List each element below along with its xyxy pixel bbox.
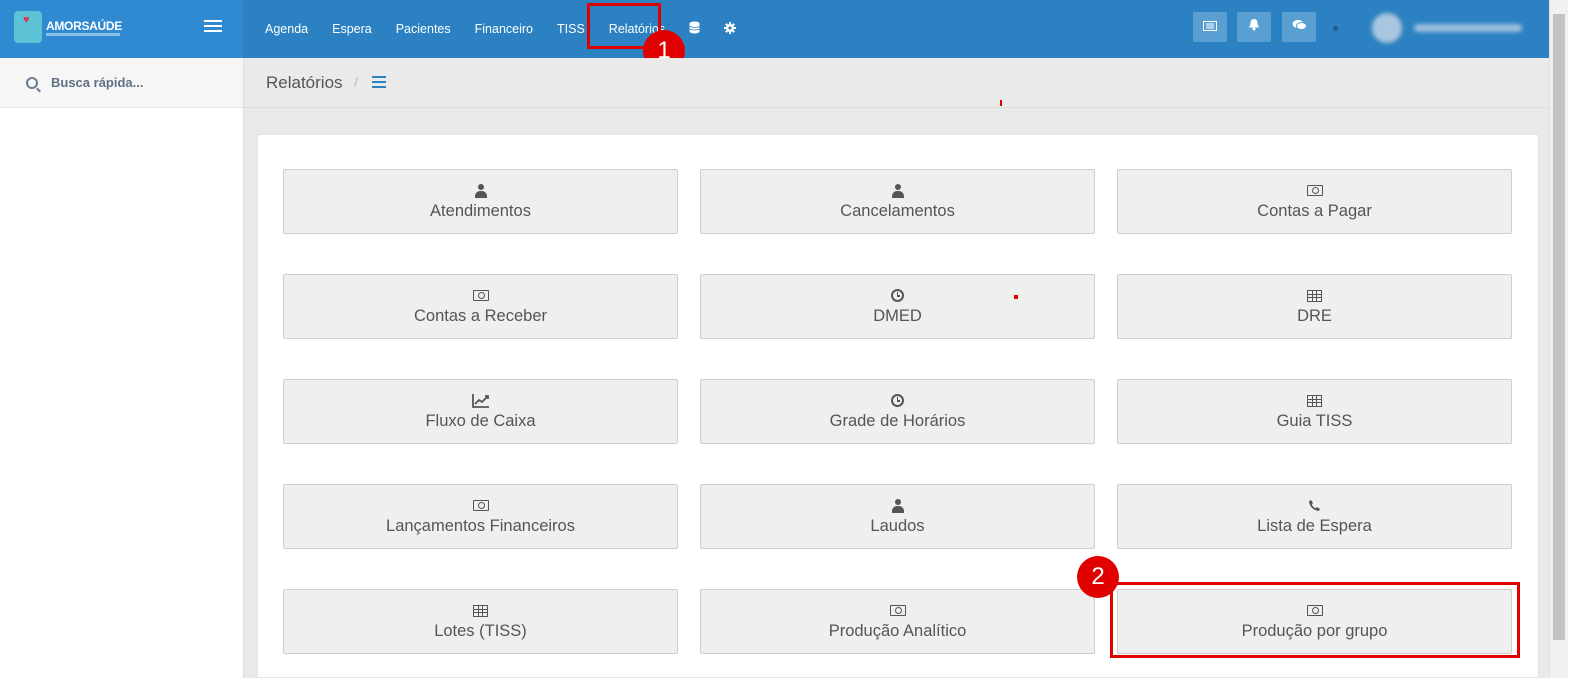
main-nav: Agenda Espera Pacientes Financeiro TISS … [265,0,760,58]
quick-search[interactable]: Busca rápida... [0,58,243,108]
search-icon [26,76,38,89]
report-grade-de-horarios[interactable]: Grade de Horários [700,379,1095,444]
report-contas-a-receber[interactable]: Contas a Receber [283,274,678,339]
brand-area: ♥ AMORSAÚDE [0,0,243,58]
report-dre[interactable]: DRE [1117,274,1512,339]
nav-financeiro[interactable]: Financeiro [475,22,533,36]
bell-icon[interactable] [1237,12,1271,42]
nav-agenda[interactable]: Agenda [265,22,308,36]
sidebar: Busca rápida... [0,58,244,678]
menu-toggle-icon[interactable] [204,20,222,34]
report-producao-analitico[interactable]: Produção Analítico [700,589,1095,654]
nav-espera[interactable]: Espera [332,22,372,36]
table-icon [1307,289,1322,302]
top-navbar: ♥ AMORSAÚDE Agenda Espera Pacientes Fina… [0,0,1593,58]
tile-label: Guia TISS [1276,412,1353,430]
breadcrumb-separator: / [354,74,358,90]
tile-label: Lançamentos Financeiros [386,517,575,535]
annotation-mark [1014,295,1018,299]
list-icon[interactable] [372,76,386,88]
annotation-badge-2: 2 [1077,556,1119,598]
gear-icon[interactable] [724,21,737,37]
clock-icon [891,394,904,408]
database-icon[interactable] [689,21,700,37]
tile-label: Grade de Horários [829,412,966,430]
report-dmed[interactable]: DMED [700,274,1095,339]
report-lancamentos-financeiros[interactable]: Lançamentos Financeiros [283,484,678,549]
report-fluxo-de-caixa[interactable]: Fluxo de Caixa [283,379,678,444]
logo-icon: ♥ [14,11,42,43]
annotation-box-2 [1110,582,1520,658]
user-name-blurred [1414,24,1522,32]
tile-label: Contas a Pagar [1257,202,1372,220]
status-dot [1333,26,1338,31]
phone-icon [1309,500,1320,512]
money-icon [472,500,489,512]
money-icon [1306,185,1323,197]
vertical-scrollbar[interactable] [1549,0,1568,678]
report-laudos[interactable]: Laudos [700,484,1095,549]
report-contas-a-pagar[interactable]: Contas a Pagar [1117,169,1512,234]
brand-tagline-blur [46,33,120,36]
tile-label: Contas a Receber [414,307,547,325]
tile-label: Fluxo de Caixa [425,412,536,430]
tile-label: Lotes (TISS) [434,622,527,640]
report-lotes-tiss[interactable]: Lotes (TISS) [283,589,678,654]
report-cancelamentos[interactable]: Cancelamentos [700,169,1095,234]
chart-icon [471,393,489,408]
report-guia-tiss[interactable]: Guia TISS [1117,379,1512,444]
window-edge [1568,0,1593,678]
scrollbar-thumb[interactable] [1553,14,1565,640]
report-lista-de-espera[interactable]: Lista de Espera [1117,484,1512,549]
tile-label: Laudos [870,517,925,535]
search-placeholder: Busca rápida... [51,75,144,90]
doctor-icon [891,498,905,513]
doctor-icon [891,183,905,198]
brand-name: AMORSAÚDE [46,19,122,33]
nav-pacientes[interactable]: Pacientes [396,22,451,36]
tile-label: Produção Analítico [828,622,967,640]
table-icon [473,604,488,617]
user-menu[interactable] [1372,13,1527,43]
doctor-icon [474,183,488,198]
clock-icon [891,289,904,303]
tile-label: Cancelamentos [840,202,955,220]
avatar [1372,13,1402,43]
tile-label: DRE [1297,307,1332,325]
money-icon [472,290,489,302]
list-card-icon[interactable] [1193,12,1227,42]
tile-label: Lista de Espera [1257,517,1372,535]
chat-icon[interactable] [1282,12,1316,42]
money-icon [889,605,906,617]
nav-tiss[interactable]: TISS [557,22,585,36]
tile-label: Atendimentos [430,202,531,220]
tile-label: DMED [873,307,922,325]
page-title: Relatórios [266,73,343,92]
table-icon [1307,394,1322,407]
report-atendimentos[interactable]: Atendimentos [283,169,678,234]
annotation-mark [1000,100,1002,106]
breadcrumb: Relatórios / [244,58,1549,108]
